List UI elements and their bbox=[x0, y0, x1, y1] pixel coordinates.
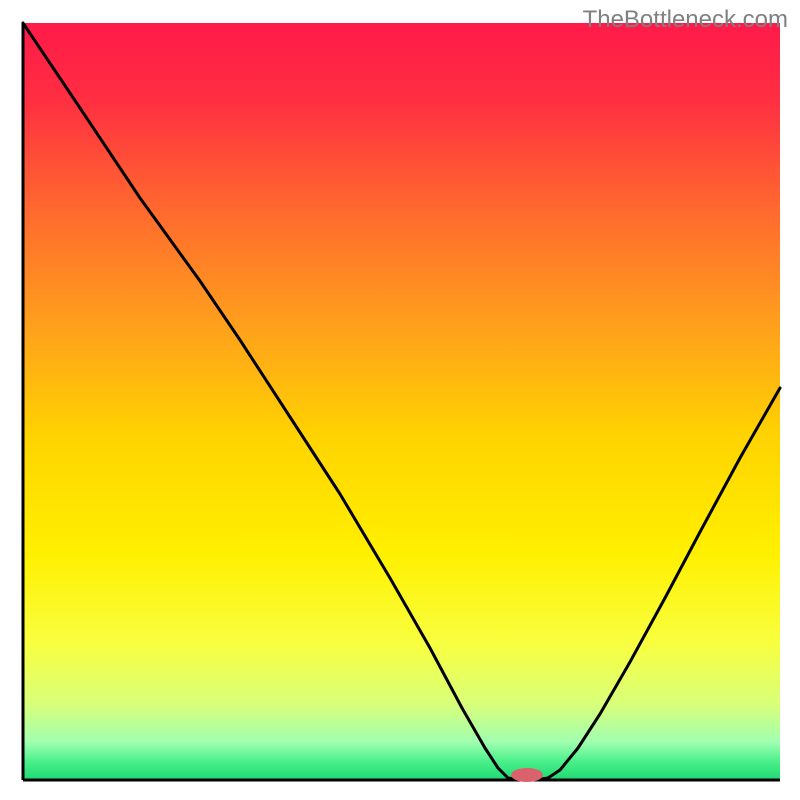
chart-container: TheBottleneck.com bbox=[0, 0, 800, 800]
bottleneck-chart-svg bbox=[0, 0, 800, 800]
optimal-marker bbox=[511, 768, 543, 782]
plot-background bbox=[23, 23, 780, 780]
watermark-text: TheBottleneck.com bbox=[583, 6, 788, 34]
